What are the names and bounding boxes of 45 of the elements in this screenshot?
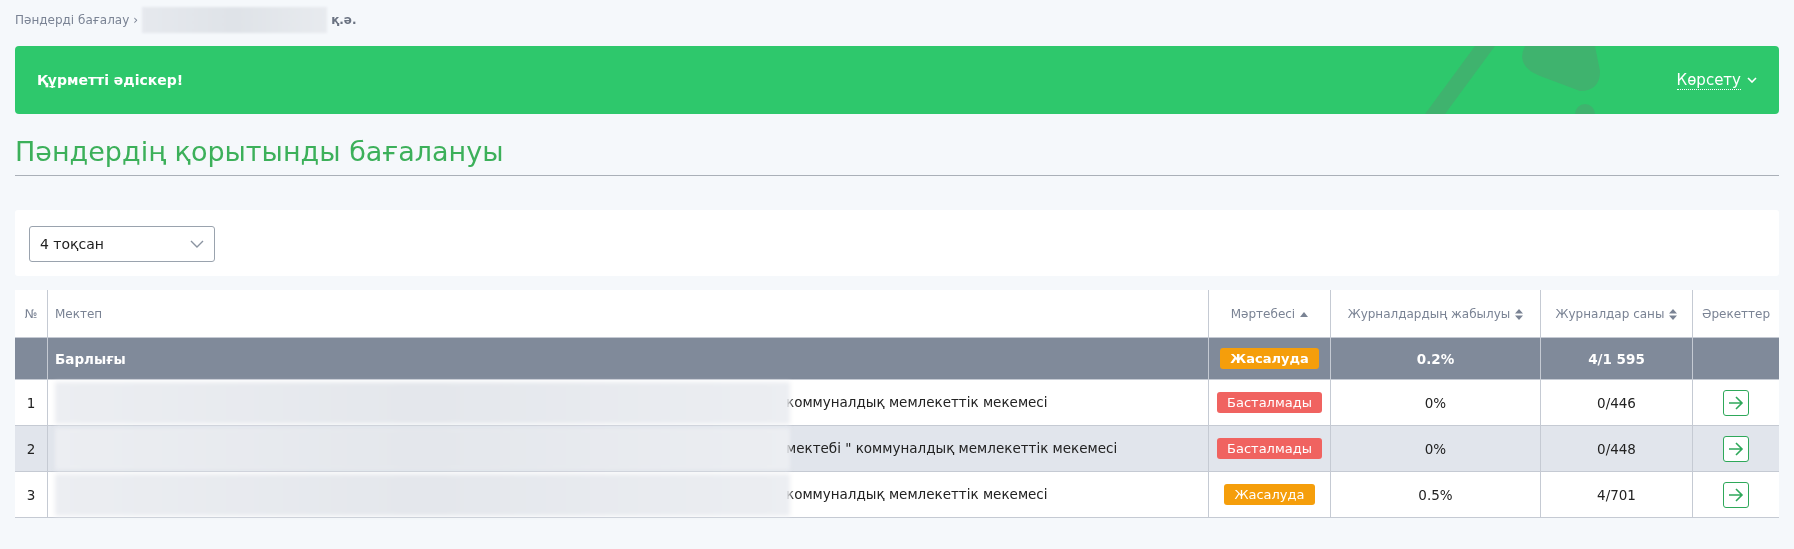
banner-greeting: Құрметті әдіскер! <box>37 72 184 88</box>
sort-icon <box>1669 308 1678 320</box>
status-badge: Басталмады <box>1217 438 1322 459</box>
page-title: Пәндердің қорытынды бағалануы <box>15 136 505 167</box>
table-cell: 4/1 595 <box>1588 350 1645 367</box>
column-header[interactable]: Журналдар саны <box>1540 290 1693 338</box>
arrow-right-icon <box>1728 395 1744 410</box>
arrow-right-icon <box>1728 487 1744 502</box>
breadcrumb-current: қ.ә. <box>331 13 357 27</box>
column-header: Мектеп <box>47 290 1209 338</box>
school-name: коммуналдық мемлекеттік мекемесі <box>786 485 1048 502</box>
chevron-icon <box>190 240 204 248</box>
row-number: 3 <box>26 486 36 503</box>
table-cell: 4/701 <box>1597 486 1636 503</box>
sort-icon <box>1515 308 1524 320</box>
status-badge: Жасалуда <box>1220 348 1319 369</box>
chevron-icon <box>1747 77 1757 83</box>
open-button[interactable] <box>1723 389 1749 416</box>
column-header[interactable]: Мәртебесі <box>1208 290 1331 338</box>
open-button[interactable] <box>1723 435 1749 462</box>
table-row[interactable]: 1 коммуналдық мемлекеттік мекемесі Басталмады 0% 0/446 <box>15 379 1779 426</box>
column-header[interactable]: Журналдардың жабылуы <box>1330 290 1541 338</box>
school-name: мектебі " коммуналдық мемлекеттік мекемесі <box>786 439 1118 456</box>
table-cell: 0.2% <box>1416 350 1455 367</box>
school-name: коммуналдық мемлекеттік мекемесі <box>786 393 1048 410</box>
table-cell: 0% <box>1424 440 1447 457</box>
table-cell: 0% <box>1424 394 1447 411</box>
total-label: Барлығы <box>55 350 126 367</box>
quarter-select[interactable]: 4 тоқсан <box>29 226 215 262</box>
arrow-right-icon <box>1728 441 1744 456</box>
status-badge: Жасалуда <box>1224 484 1315 505</box>
table-cell: 0.5% <box>1418 486 1453 503</box>
row-number: 1 <box>26 394 36 411</box>
row-number: 2 <box>26 440 36 457</box>
breadcrumb-separator: › <box>133 13 139 27</box>
column-header: Әрекеттер <box>1692 290 1779 338</box>
sort-ascending-icon <box>1300 311 1309 317</box>
open-button[interactable] <box>1723 481 1749 508</box>
table-row[interactable]: 3 коммуналдық мемлекеттік мекемесі Жасалуда 0.5% 4/701 <box>15 471 1779 518</box>
status-badge: Басталмады <box>1217 392 1322 413</box>
table-cell: 0/446 <box>1597 394 1636 411</box>
show-toggle[interactable]: Көрсету <box>1676 70 1757 90</box>
breadcrumb-link[interactable]: Пәндерді бағалау <box>15 13 130 27</box>
table-cell: 0/448 <box>1597 440 1636 457</box>
column-header: № <box>15 290 48 338</box>
